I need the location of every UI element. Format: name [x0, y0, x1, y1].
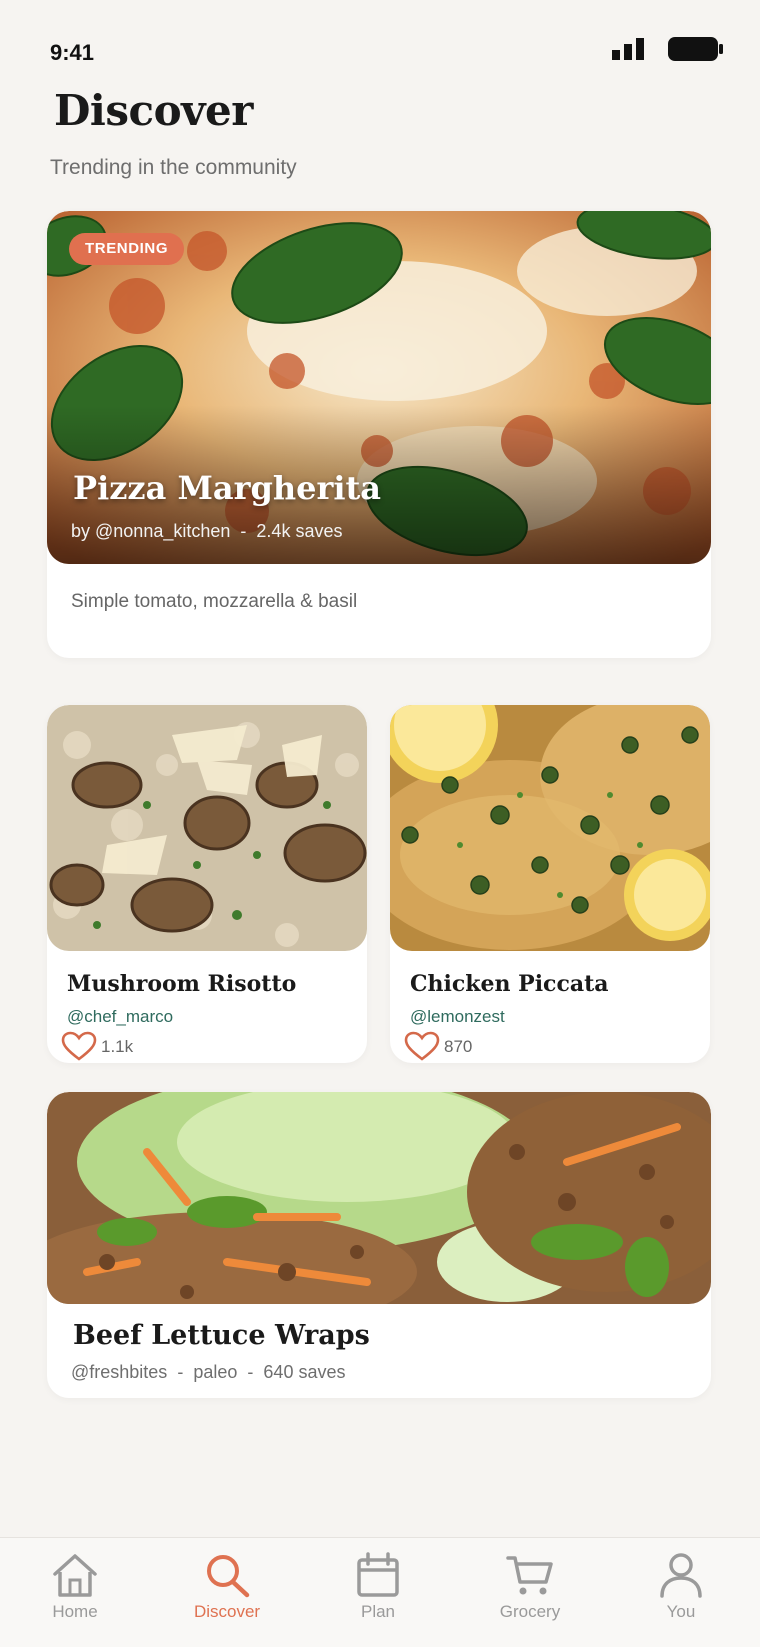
nav-you[interactable]: You	[621, 1552, 741, 1632]
nav-home[interactable]: Home	[15, 1552, 135, 1632]
status-time: 9:41	[50, 40, 95, 65]
recipe-card[interactable]: Mushroom Risotto @chef_marco 1.1k	[47, 705, 367, 1063]
battery-icon	[668, 37, 723, 61]
recipe-meta: @freshbites - paleo - 640 saves	[71, 1362, 345, 1383]
recipe-description: Simple tomato, mozzarella & basil	[71, 591, 358, 612]
page-title: Discover	[54, 86, 253, 135]
page-subtitle: Trending in the community	[50, 156, 297, 179]
meta-separator: -	[247, 1362, 254, 1382]
like-count: 1.1k	[101, 1037, 134, 1056]
meta-separator: -	[177, 1362, 184, 1382]
meta-separator: -	[240, 521, 247, 541]
user-icon	[660, 1553, 702, 1598]
nav-label: Grocery	[499, 1602, 561, 1621]
nav-label: Home	[52, 1602, 98, 1621]
recipe-author[interactable]: @lemonzest	[410, 1007, 505, 1027]
recipe-author[interactable]: @freshbites	[71, 1362, 167, 1382]
risotto-photo	[47, 705, 367, 951]
like-count: 870	[444, 1037, 473, 1056]
heart-icon[interactable]	[404, 1031, 440, 1061]
home-icon	[53, 1554, 97, 1597]
search-icon	[207, 1555, 250, 1598]
recipe-card[interactable]: Beef Lettuce Wraps @freshbites - paleo -…	[47, 1092, 711, 1398]
calendar-icon	[357, 1552, 399, 1597]
trending-badge: TRENDING	[69, 233, 185, 265]
nav-label: Plan	[360, 1602, 396, 1621]
bottom-nav: Home Discover Plan Grocery You	[0, 1537, 760, 1647]
featured-recipe-card[interactable]: TRENDING Pizza Margherita by @nonna_kitc…	[47, 211, 711, 658]
nav-grocery[interactable]: Grocery	[470, 1552, 590, 1632]
recipe-meta: by @nonna_kitchen - 2.4k saves	[71, 521, 342, 542]
recipe-title: Mushroom Risotto	[67, 971, 297, 997]
recipe-title: Pizza Margherita	[73, 469, 381, 507]
recipe-tag: paleo	[193, 1362, 238, 1382]
piccata-photo	[390, 705, 710, 951]
saves-count: 2.4k saves	[256, 521, 343, 541]
recipe-author: by @nonna_kitchen	[71, 521, 231, 541]
nav-plan[interactable]: Plan	[318, 1552, 438, 1632]
nav-label: You	[666, 1602, 696, 1621]
recipe-author[interactable]: @chef_marco	[67, 1007, 173, 1027]
status-bar: 9:41	[0, 0, 760, 90]
lettuce-wraps-photo	[47, 1092, 711, 1304]
recipe-card[interactable]: Chicken Piccata @lemonzest 870	[390, 705, 710, 1063]
recipe-title: Beef Lettuce Wraps	[73, 1320, 370, 1351]
recipe-title: Chicken Piccata	[410, 971, 609, 997]
nav-label: Discover	[193, 1602, 261, 1621]
saves-count: 640 saves	[263, 1362, 346, 1382]
signal-icon	[612, 38, 644, 60]
nav-discover[interactable]: Discover	[167, 1552, 287, 1632]
cart-icon	[506, 1556, 553, 1595]
heart-icon[interactable]	[61, 1031, 97, 1061]
